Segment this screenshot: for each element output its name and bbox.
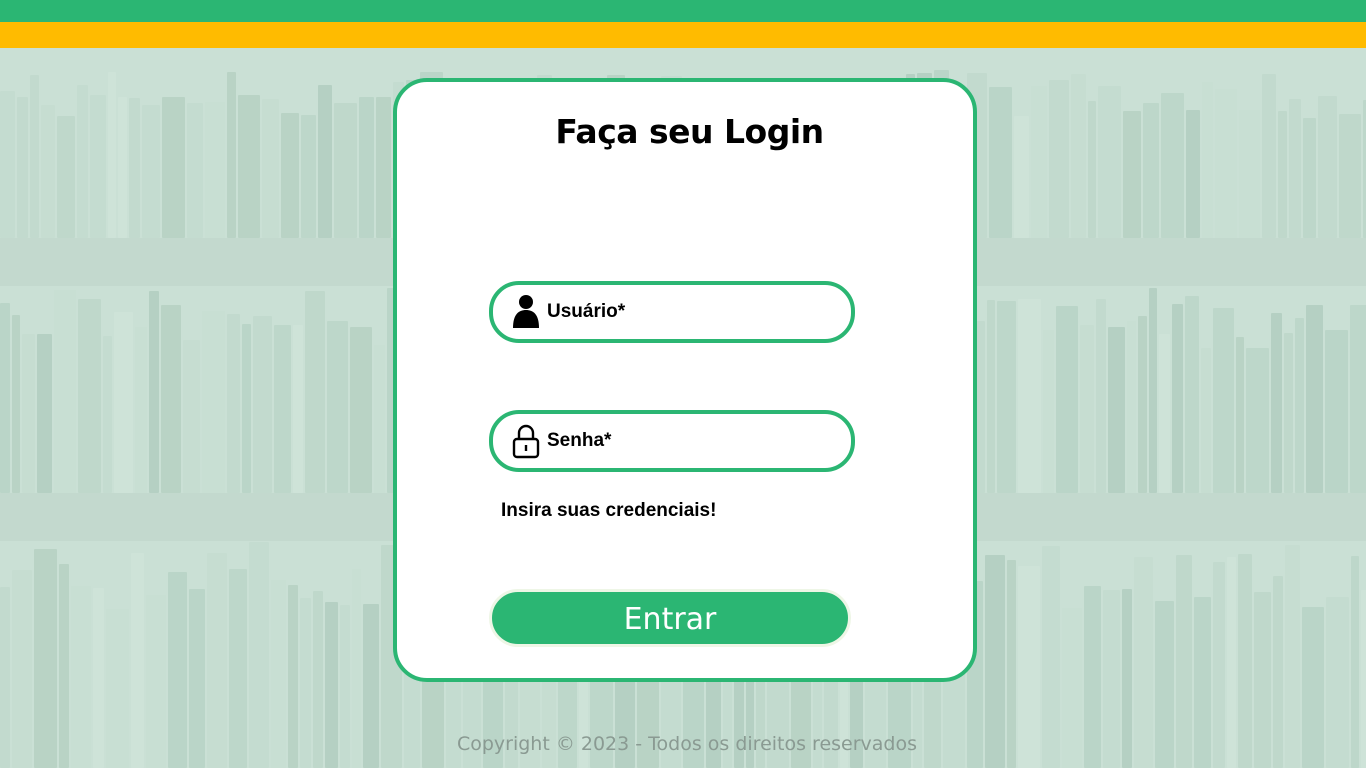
- header-green-bar: [0, 0, 1366, 22]
- lock-icon: [509, 423, 543, 459]
- user-icon: [509, 294, 543, 330]
- password-field[interactable]: [489, 410, 855, 472]
- login-card: Faça seu Login Insira suas credenciais! …: [393, 78, 977, 682]
- username-input[interactable]: [547, 295, 837, 329]
- password-input[interactable]: [547, 424, 837, 458]
- credentials-hint: Insira suas credenciais!: [501, 500, 717, 521]
- header-yellow-bar: [0, 22, 1366, 48]
- footer-copyright: Copyright © 2023 - Todos os direitos res…: [456, 733, 918, 755]
- login-button[interactable]: Entrar: [489, 589, 851, 647]
- username-field[interactable]: [489, 281, 855, 343]
- login-title: Faça seu Login: [555, 112, 824, 151]
